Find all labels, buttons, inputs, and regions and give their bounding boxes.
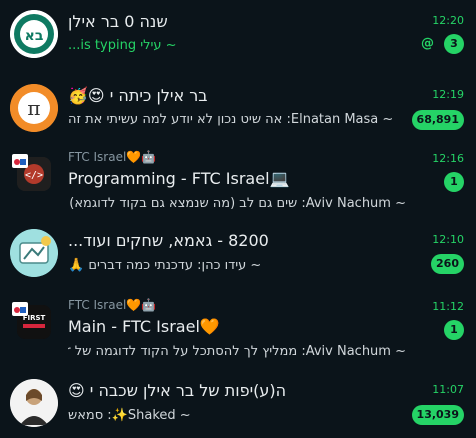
last-message: ~ Elnatan Masa: אה שיט נכון לא יודע למה …	[68, 112, 394, 127]
chat-item-8200-gamma[interactable]: 8200 - גאמא, שחקים ועוד... 12:10 ~ עידו …	[0, 219, 476, 292]
chat-item-programming-ftc[interactable]: </> FTC Israel🧡🤖 Programming - FTC Israe…	[0, 146, 476, 219]
first-logo-icon	[12, 154, 28, 168]
unread-badge: 1	[444, 172, 464, 192]
unread-badge: 260	[431, 254, 464, 274]
chat-list: בא שנה 0 בר אילן 12:20 ~ עילי is typing.…	[0, 0, 476, 438]
group-avatar: π	[10, 84, 58, 132]
logo-text: בא	[25, 28, 44, 44]
chat-time: 12:16	[432, 152, 464, 165]
chat-time: 11:12	[432, 300, 464, 313]
chat-title: Main - FTC Israel🧡	[68, 317, 220, 336]
chat-time: 12:10	[432, 233, 464, 246]
bar-ilan-logo-icon: בא	[10, 10, 58, 58]
svg-text:π: π	[27, 96, 40, 120]
unread-badge: 3	[444, 34, 464, 54]
group-avatar	[10, 379, 58, 427]
chat-title: ה(ע)יפות של בר אילן שכבה י 😍	[68, 381, 287, 400]
chat-title: שנה 0 בר אילן	[68, 12, 168, 31]
group-avatar: בא	[10, 10, 58, 58]
svg-text:</>: </>	[25, 170, 43, 181]
pi-logo-icon: π	[10, 84, 58, 132]
unread-badge: 68,891	[411, 110, 464, 130]
chat-title: Programming - FTC Israel💻	[68, 169, 290, 188]
unread-badge: 13,039	[411, 405, 464, 425]
community-name: FTC Israel🧡🤖	[68, 150, 157, 164]
chat-time: 12:19	[432, 88, 464, 101]
chat-time: 12:20	[432, 14, 464, 27]
first-logo-icon	[12, 302, 28, 316]
group-avatar	[10, 229, 58, 277]
chat-time: 11:07	[432, 383, 464, 396]
chat-title: 8200 - גאמא, שחקים ועוד...	[68, 231, 269, 250]
last-message: ~ עידו כהן: עדכנתי כמה דברים 🙏	[68, 258, 262, 273]
community-name: FTC Israel🧡🤖	[68, 298, 157, 312]
last-message: ~ Shaked✨: סמאש	[68, 408, 191, 423]
person-photo-icon	[10, 379, 58, 427]
typing-indicator: ~ עילי is typing...	[68, 38, 177, 53]
chat-title: בר אילן כיתה י 😍🥳	[68, 86, 208, 105]
chat-item-bar-ilan-class[interactable]: π בר אילן כיתה י 😍🥳 12:19 ~ Elnatan Masa…	[0, 73, 476, 146]
last-message: ~ Aviv Nachum: שים גם לב (מה שנמצא גם בק…	[68, 196, 406, 211]
chat-item-shana-0[interactable]: בא שנה 0 בר אילן 12:20 ~ עילי is typing.…	[0, 0, 476, 73]
last-message: ~ Aviv Nachum: ממליץ לך להסתכל על הקוד ל…	[68, 344, 406, 359]
cartoon-avatar-icon	[10, 229, 58, 277]
title-emoji: 😍	[68, 381, 85, 400]
chat-item-yafot-bar-ilan[interactable]: ה(ע)יפות של בר אילן שכבה י 😍 11:07 ~ Sha…	[0, 365, 476, 438]
unread-badge: 1	[444, 320, 464, 340]
chat-item-main-ftc[interactable]: FIRST FTC Israel🧡🤖 Main - FTC Israel🧡 11…	[0, 292, 476, 365]
mention-icon: @	[421, 36, 434, 51]
title-emoji: 😍🥳	[68, 86, 105, 105]
